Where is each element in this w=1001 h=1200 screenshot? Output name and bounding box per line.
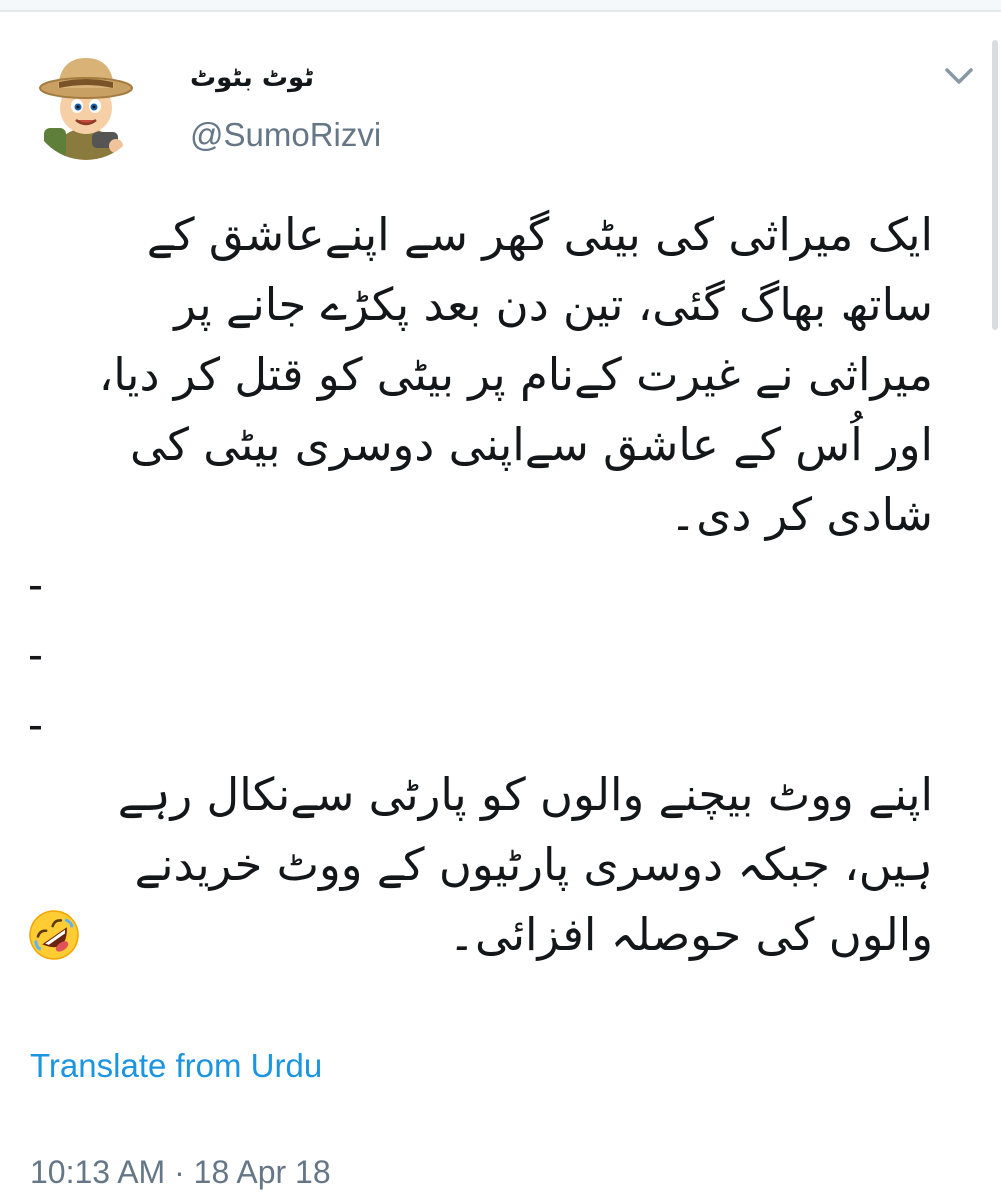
tweet-text-line: اور اُس کے عاشق سےاپنی دوسری بیٹی کی (130, 418, 933, 471)
tweet-text-line: - (28, 699, 43, 750)
tweet-text-line-last: والوں کی حوصلہ افزائی۔ (28, 900, 933, 970)
tweet-timestamp[interactable]: 10:13 AM · 18 Apr 18 (30, 1150, 331, 1194)
rolling-on-floor-laughing-emoji-icon (28, 909, 80, 961)
display-name[interactable]: ٹوٹ بٹوٹ (190, 58, 314, 98)
tweet-text-line: ایک میراثی کی بیٹی گھر سے اپنےعاشق کے (146, 208, 933, 261)
tweet-text: ایک میراثی کی بیٹی گھر سے اپنےعاشق کے سا… (28, 200, 933, 970)
top-divider (0, 0, 1001, 12)
tweet-text-line: ساتھ بھاگ گئی، تین دن بعد پکڑے جانے پر (174, 278, 933, 331)
tweet-text-line: میراثی نے غیرت کےنام پر بیٹی کو قتل کر د… (98, 348, 933, 401)
tweet-text-line: شادی کر دی۔ (669, 488, 933, 541)
chevron-down-icon[interactable] (938, 60, 980, 94)
user-handle[interactable]: @SumoRizvi (190, 112, 381, 158)
translate-link[interactable]: Translate from Urdu (30, 1044, 322, 1088)
tweet-text-line: اپنے ووٹ بیچنے والوں کو پارٹی سےنکال رہے (117, 768, 933, 821)
tweet-text-line: - (28, 629, 43, 680)
tweet-text-line: والوں کی حوصلہ افزائی۔ (448, 908, 933, 961)
scrollbar-thumb[interactable] (992, 40, 998, 330)
avatar[interactable] (30, 48, 142, 160)
avatar-icon (30, 48, 142, 160)
tweet-text-line: ہیں، جبکہ دوسری پارٹیوں کے ووٹ خریدنے (134, 838, 933, 891)
tweet-text-line: - (28, 559, 43, 610)
